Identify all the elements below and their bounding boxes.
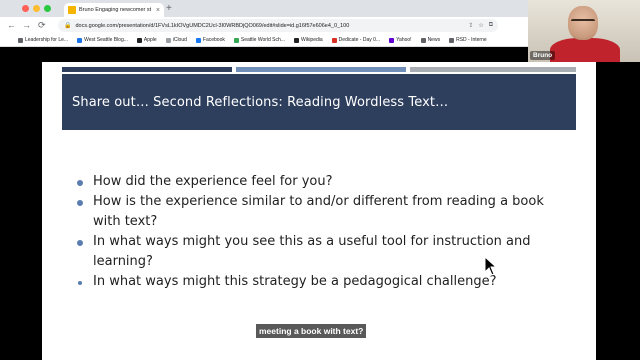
bookmark-item[interactable]: Seattle World Sch... [233, 37, 285, 43]
bookmark-label: Yahoo! [396, 37, 412, 43]
bullet-text: How did the experience feel for you? [93, 174, 333, 189]
bullet-text: How is the experience similar to and/or … [93, 194, 544, 229]
address-bar[interactable]: 🔒 docs.google.com/presentation/d/1FVsL1k… [58, 19, 498, 32]
bullet-dot-icon [77, 180, 83, 186]
bookmark-label: Facebook [202, 37, 225, 43]
mouse-cursor-icon [484, 256, 498, 276]
bookmark-label: RSD - Interne [456, 37, 487, 43]
bullet-dot-icon [77, 240, 83, 246]
bookmark-label: Dedicate - Day 0... [338, 37, 381, 43]
bookmark-item[interactable]: News [420, 37, 441, 43]
bookmark-label: Apple [143, 37, 157, 43]
bookmark-item[interactable]: Facebook [195, 37, 225, 43]
bullet-text: In what ways might this strategy be a pe… [93, 274, 497, 289]
bookmark-item[interactable]: Leadership for Le... [18, 37, 68, 43]
yahoo-icon [389, 37, 395, 43]
tab-close-icon[interactable]: × [156, 7, 160, 14]
bookmark-label: West Seattle Blog... [84, 37, 128, 43]
facebook-icon [195, 37, 201, 43]
slide-title-banner: Share out… Second Reflections: Reading W… [62, 74, 576, 130]
bullet-dot-icon [78, 281, 82, 285]
bookmark-star-icon[interactable]: ☆ [478, 22, 483, 29]
slides-favicon-icon [68, 6, 76, 14]
url-text[interactable]: docs.google.com/presentation/d/1FVsL1kIO… [75, 23, 468, 29]
bullet-item: In what ways might this strategy be a pe… [74, 272, 574, 292]
bookmark-item[interactable]: Yahoo! [389, 37, 412, 43]
bookmark-item[interactable]: West Seattle Blog... [77, 37, 128, 43]
accent-bar-dark [62, 67, 232, 72]
reload-button[interactable]: ⟳ [38, 19, 46, 31]
browser-toolbar: ← → ⟳ 🔒 docs.google.com/presentation/d/1… [0, 17, 528, 34]
bookmark-item[interactable]: Dedicate - Day 0... [331, 37, 381, 43]
browser-tab-active[interactable]: Bruno Engaging newcomer st × [64, 3, 164, 17]
slide-title: Share out… Second Reflections: Reading W… [72, 94, 449, 110]
bullet-text: In what ways might you see this as a use… [93, 234, 531, 269]
bookmark-item[interactable]: RSD - Interne [449, 37, 487, 43]
bullet-item: In what ways might you see this as a use… [74, 232, 574, 272]
bookmark-label: Leadership for Le... [25, 37, 69, 43]
participant-shirt [550, 38, 620, 62]
bookmark-item[interactable]: Apple [136, 37, 157, 43]
closed-caption: meeting a book with text? [256, 324, 367, 338]
bullet-item: How did the experience feel for you? [74, 172, 574, 192]
zoom-watermark-logo: zoom [512, 308, 589, 337]
dedicate-icon [331, 37, 337, 43]
close-window-button[interactable] [22, 5, 29, 12]
browser-window: Bruno Engaging newcomer st × + ← → ⟳ 🔒 d… [0, 0, 528, 47]
forward-button[interactable]: → [22, 19, 31, 31]
bookmark-label: Wikipedia [300, 37, 323, 43]
tab-strip: Bruno Engaging newcomer st × + [0, 0, 528, 17]
extensions-icon[interactable]: ⧉ [489, 22, 493, 29]
share-icon[interactable]: ⇪ [468, 22, 473, 29]
back-button[interactable]: ← [7, 19, 16, 31]
webcam-video: Bruno [528, 0, 640, 62]
maximize-window-button[interactable] [44, 5, 51, 12]
bookmark-item[interactable]: Wikipedia [293, 37, 323, 43]
bookmark-label: Seattle World Sch... [240, 37, 285, 43]
participant-name-label: Bruno [530, 51, 556, 60]
folder-icon [420, 37, 426, 43]
bookmarks-bar: Leadership for Le... West Seattle Blog...… [0, 34, 528, 47]
new-tab-button[interactable]: + [166, 3, 172, 15]
bullet-item: How is the experience similar to and/or … [74, 192, 574, 232]
wikipedia-icon [293, 37, 299, 43]
bookmark-icon [18, 37, 23, 43]
bookmark-label: iCloud [172, 37, 187, 43]
bookmark-item[interactable]: iCloud [165, 37, 187, 43]
cloud-icon [165, 37, 171, 43]
tab-title: Bruno Engaging newcomer st [79, 7, 152, 13]
school-icon [233, 37, 239, 43]
bookmark-label: News [427, 37, 441, 43]
minimize-window-button[interactable] [33, 5, 40, 12]
slide-bullet-list: How did the experience feel for you? How… [74, 172, 574, 292]
accent-bar-gray [410, 67, 576, 72]
participant-glasses [571, 19, 595, 24]
bullet-dot-icon [77, 200, 83, 206]
blog-icon [77, 37, 83, 43]
accent-bar-mid [236, 67, 406, 72]
apple-icon [136, 37, 142, 43]
slide-accent-bars [62, 67, 576, 72]
lock-icon: 🔒 [64, 23, 72, 29]
folder-icon [449, 37, 455, 43]
